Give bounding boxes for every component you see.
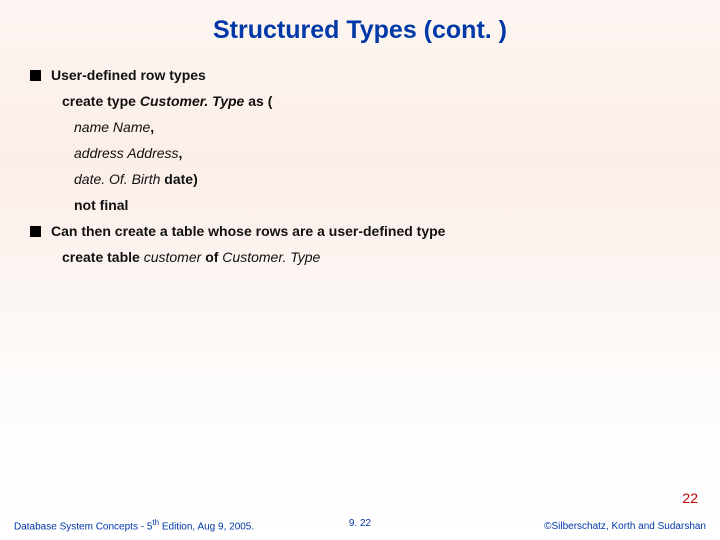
footer: Database System Concepts - 5th Edition, …	[0, 518, 720, 532]
bullet-item-1: User-defined row types	[30, 67, 690, 83]
page-number: 22	[682, 490, 698, 506]
bullet-text: Can then create a table whose rows are a…	[51, 223, 445, 239]
punct: ,	[179, 145, 183, 161]
punct: ,	[150, 119, 154, 135]
slide-title: Structured Types (cont. )	[0, 0, 720, 45]
code-line-field-dob: date. Of. Birth date)	[74, 171, 690, 187]
code-line-create-type: create type Customer. Type as (	[62, 93, 690, 109]
keyword: create table	[62, 249, 144, 265]
type-identifier: Customer. Type	[140, 93, 248, 109]
field-name: address	[74, 145, 127, 161]
bullet-text: User-defined row types	[51, 67, 206, 83]
footer-center: 9. 22	[349, 518, 371, 529]
code-line-field-address: address Address,	[74, 145, 690, 161]
footer-left-text-b: Edition, Aug 9, 2005.	[159, 521, 254, 532]
keyword: of	[205, 249, 222, 265]
slide-content: User-defined row types create type Custo…	[0, 45, 720, 265]
punct: )	[193, 171, 198, 187]
footer-right: ©Silberschatz, Korth and Sudarshan	[544, 521, 706, 532]
field-name: date. Of. Birth	[74, 171, 164, 187]
footer-left: Database System Concepts - 5th Edition, …	[14, 518, 254, 532]
footer-left-text-a: Database System Concepts - 5	[14, 521, 152, 532]
field-type: Name	[113, 119, 150, 135]
code-line-field-name: name Name,	[74, 119, 690, 135]
code-line-not-final: not final	[74, 197, 690, 213]
code-line-create-table: create table customer of Customer. Type	[62, 249, 690, 265]
bullet-item-2: Can then create a table whose rows are a…	[30, 223, 690, 239]
keyword: as (	[248, 93, 272, 109]
square-bullet-icon	[30, 226, 41, 237]
field-type: Address	[127, 145, 178, 161]
field-name: name	[74, 119, 113, 135]
field-type: date	[164, 171, 193, 187]
table-identifier: customer	[144, 249, 205, 265]
keyword: create type	[62, 93, 140, 109]
type-identifier: Customer. Type	[222, 249, 320, 265]
square-bullet-icon	[30, 70, 41, 81]
